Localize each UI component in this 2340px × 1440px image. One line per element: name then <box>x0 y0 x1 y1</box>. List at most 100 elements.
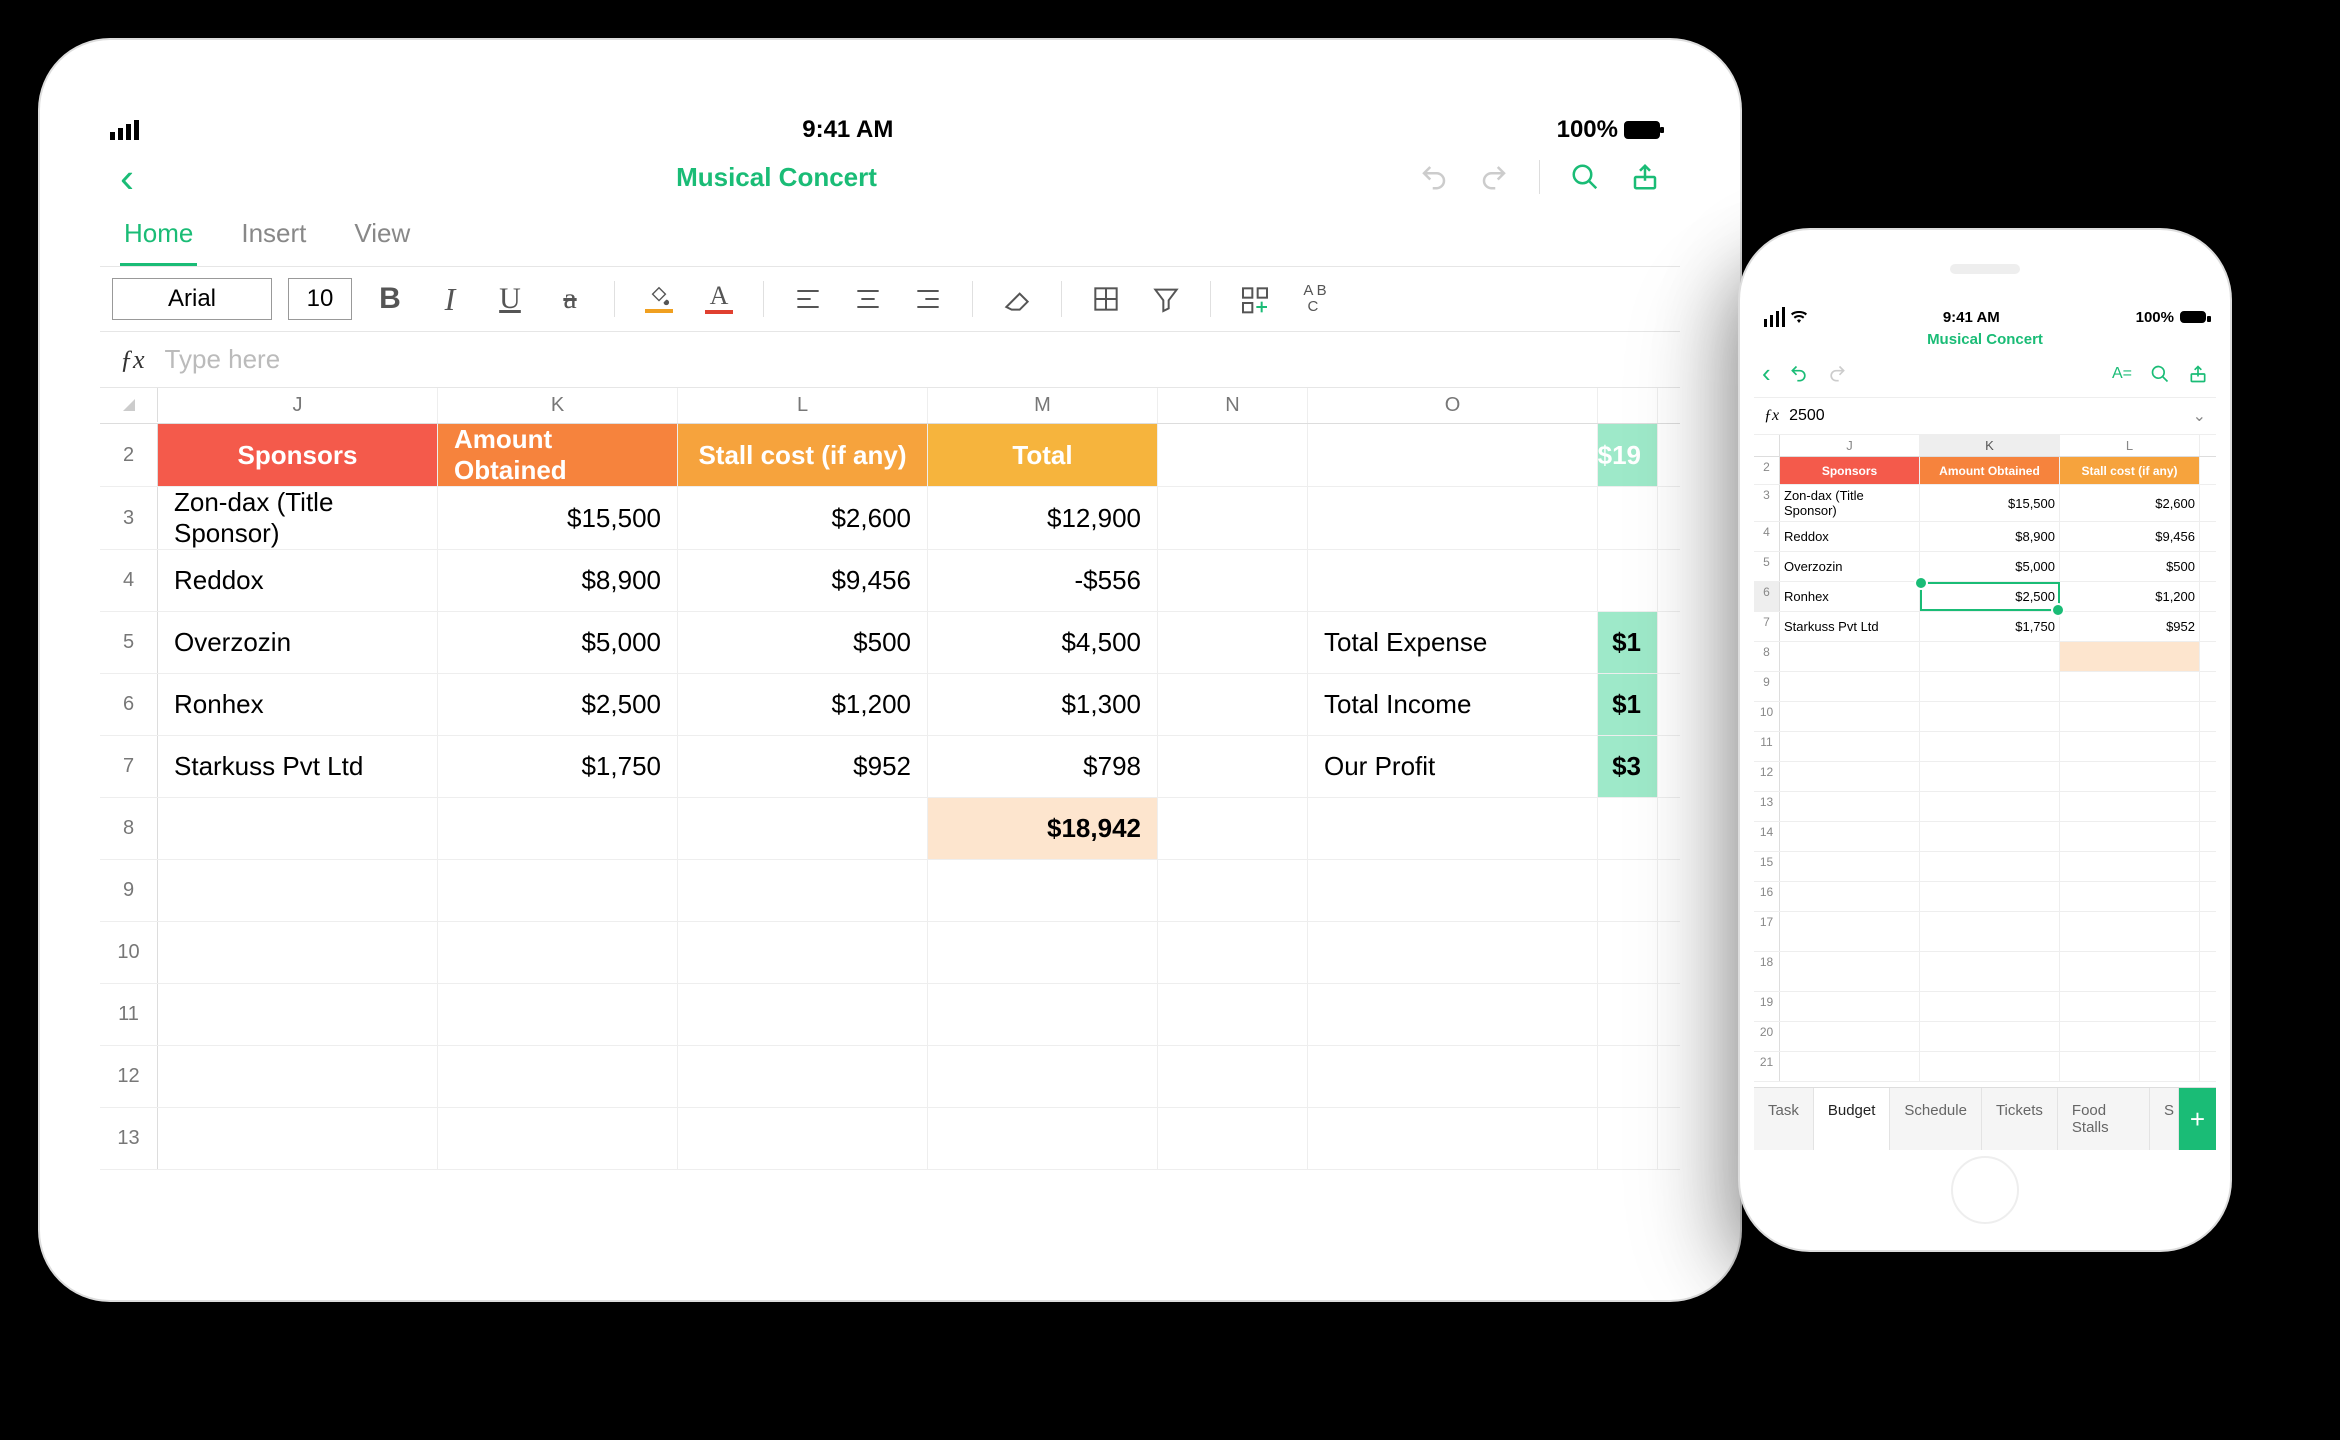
row-header[interactable]: 3 <box>1754 485 1780 521</box>
cell[interactable]: $2,600 <box>2060 485 2200 521</box>
row-header[interactable]: 15 <box>1754 852 1780 881</box>
cell[interactable]: Sum obtained from client <box>1308 424 1598 486</box>
row-header[interactable]: 10 <box>1754 702 1780 731</box>
row-header[interactable]: 13 <box>100 1108 158 1169</box>
cell[interactable]: $1 <box>1598 674 1658 735</box>
cell[interactable]: Total Expense <box>1308 612 1598 673</box>
selected-cell[interactable]: $2,500 <box>1920 582 2060 611</box>
row-header[interactable]: 19 <box>1754 992 1780 1021</box>
header-sponsors[interactable]: Sponsors <box>1780 457 1920 484</box>
row-header[interactable]: 4 <box>100 550 158 611</box>
tab-home[interactable]: Home <box>120 208 197 266</box>
row-header[interactable]: 17 <box>1754 912 1780 951</box>
row-header[interactable]: 12 <box>1754 762 1780 791</box>
row-header[interactable]: 8 <box>1754 642 1780 671</box>
col-header[interactable]: J <box>158 388 438 423</box>
row-header[interactable]: 6 <box>100 674 158 735</box>
cell[interactable]: $952 <box>2060 612 2200 641</box>
redo-button[interactable] <box>1827 364 1847 384</box>
row-header[interactable]: 5 <box>1754 552 1780 581</box>
row-header[interactable]: 9 <box>100 860 158 921</box>
cell[interactable]: Ronhex <box>158 674 438 735</box>
row-header[interactable]: 13 <box>1754 792 1780 821</box>
select-all-cell[interactable] <box>100 388 158 422</box>
cell[interactable]: $1 <box>1598 612 1658 673</box>
cell[interactable]: $8,900 <box>1920 522 2060 551</box>
sheet-tab-tickets[interactable]: Tickets <box>1982 1088 2058 1150</box>
align-left-button[interactable] <box>786 277 830 321</box>
formula-value[interactable]: 2500 <box>1789 407 2182 425</box>
insert-cells-button[interactable] <box>1233 277 1277 321</box>
italic-button[interactable]: I <box>428 277 472 321</box>
col-header[interactable]: N <box>1158 388 1308 423</box>
undo-button[interactable] <box>1419 162 1449 192</box>
sheet-tab-budget[interactable]: Budget <box>1814 1088 1891 1150</box>
back-button[interactable]: ‹ <box>120 167 134 188</box>
row-header[interactable]: 12 <box>100 1046 158 1107</box>
header-sponsors[interactable]: Sponsors <box>158 424 438 486</box>
row-header[interactable]: 7 <box>1754 612 1780 641</box>
cell[interactable]: $798 <box>928 736 1158 797</box>
cell[interactable]: $500 <box>2060 552 2200 581</box>
cell[interactable]: $2,600 <box>678 487 928 549</box>
row-header[interactable]: 8 <box>100 798 158 859</box>
share-button[interactable] <box>2188 364 2208 384</box>
cell[interactable]: $5,000 <box>1920 552 2060 581</box>
cell[interactable]: $3 <box>1598 736 1658 797</box>
header-stall[interactable]: Stall cost (if any) <box>678 424 928 486</box>
sort-button[interactable]: A B C <box>1293 277 1337 321</box>
cell[interactable]: Starkuss Pvt Ltd <box>158 736 438 797</box>
header-amount[interactable]: Amount Obtained <box>1920 457 2060 484</box>
cell[interactable]: $4,500 <box>928 612 1158 673</box>
cell[interactable]: $8,900 <box>438 550 678 611</box>
row-header[interactable]: 5 <box>100 612 158 673</box>
cell[interactable]: $952 <box>678 736 928 797</box>
cell[interactable]: -$556 <box>928 550 1158 611</box>
row-header[interactable]: 2 <box>1754 457 1780 484</box>
spreadsheet[interactable]: J K L M N O 2 Sponsors Amount Obtained S… <box>100 388 1680 1240</box>
cell[interactable]: $19 <box>1598 424 1658 486</box>
cell[interactable]: $9,456 <box>2060 522 2200 551</box>
row-header[interactable]: 6 <box>1754 582 1780 611</box>
cell[interactable]: $1,300 <box>928 674 1158 735</box>
sheet-tab-schedule[interactable]: Schedule <box>1890 1088 1982 1150</box>
row-header[interactable]: 18 <box>1754 952 1780 991</box>
search-button[interactable] <box>1570 162 1600 192</box>
format-button[interactable]: A= <box>2112 365 2132 383</box>
tab-view[interactable]: View <box>350 208 414 266</box>
cell[interactable]: Reddox <box>158 550 438 611</box>
borders-button[interactable] <box>1084 277 1128 321</box>
col-header[interactable] <box>1598 388 1658 423</box>
cell[interactable]: Reddox <box>1780 522 1920 551</box>
font-name-select[interactable]: Arial <box>112 278 272 320</box>
cell[interactable]: $500 <box>678 612 928 673</box>
redo-button[interactable] <box>1479 162 1509 192</box>
back-button[interactable]: ‹ <box>1762 358 1771 389</box>
cell[interactable]: $12,900 <box>928 487 1158 549</box>
sheet-tab-more[interactable]: S <box>2150 1088 2179 1150</box>
cell[interactable]: Overzozin <box>158 612 438 673</box>
cell[interactable]: Starkuss Pvt Ltd <box>1780 612 1920 641</box>
strikethrough-button[interactable]: a <box>548 277 592 321</box>
tab-insert[interactable]: Insert <box>237 208 310 266</box>
text-color-button[interactable]: A <box>697 277 741 321</box>
header-amount[interactable]: Amount Obtained <box>438 424 678 486</box>
cell[interactable]: $1,750 <box>438 736 678 797</box>
cell[interactable]: Zon-dax (Title Sponsor) <box>158 487 438 549</box>
col-header[interactable]: K <box>1920 435 2060 456</box>
row-header[interactable]: 4 <box>1754 522 1780 551</box>
cell[interactable]: $1,750 <box>1920 612 2060 641</box>
header-stall[interactable]: Stall cost (if any) <box>2060 457 2200 484</box>
row-header[interactable]: 7 <box>100 736 158 797</box>
row-header[interactable]: 14 <box>1754 822 1780 851</box>
sheet-tab-food[interactable]: Food Stalls <box>2058 1088 2150 1150</box>
select-all-cell[interactable] <box>1754 435 1780 456</box>
share-button[interactable] <box>1630 162 1660 192</box>
row-header[interactable]: 21 <box>1754 1052 1780 1081</box>
row-header[interactable]: 3 <box>100 487 158 549</box>
row-header[interactable]: 11 <box>1754 732 1780 761</box>
cell[interactable]: Zon-dax (Title Sponsor) <box>1780 485 1920 521</box>
cell[interactable]: Our Profit <box>1308 736 1598 797</box>
row-header[interactable]: 10 <box>100 922 158 983</box>
cell[interactable]: $5,000 <box>438 612 678 673</box>
